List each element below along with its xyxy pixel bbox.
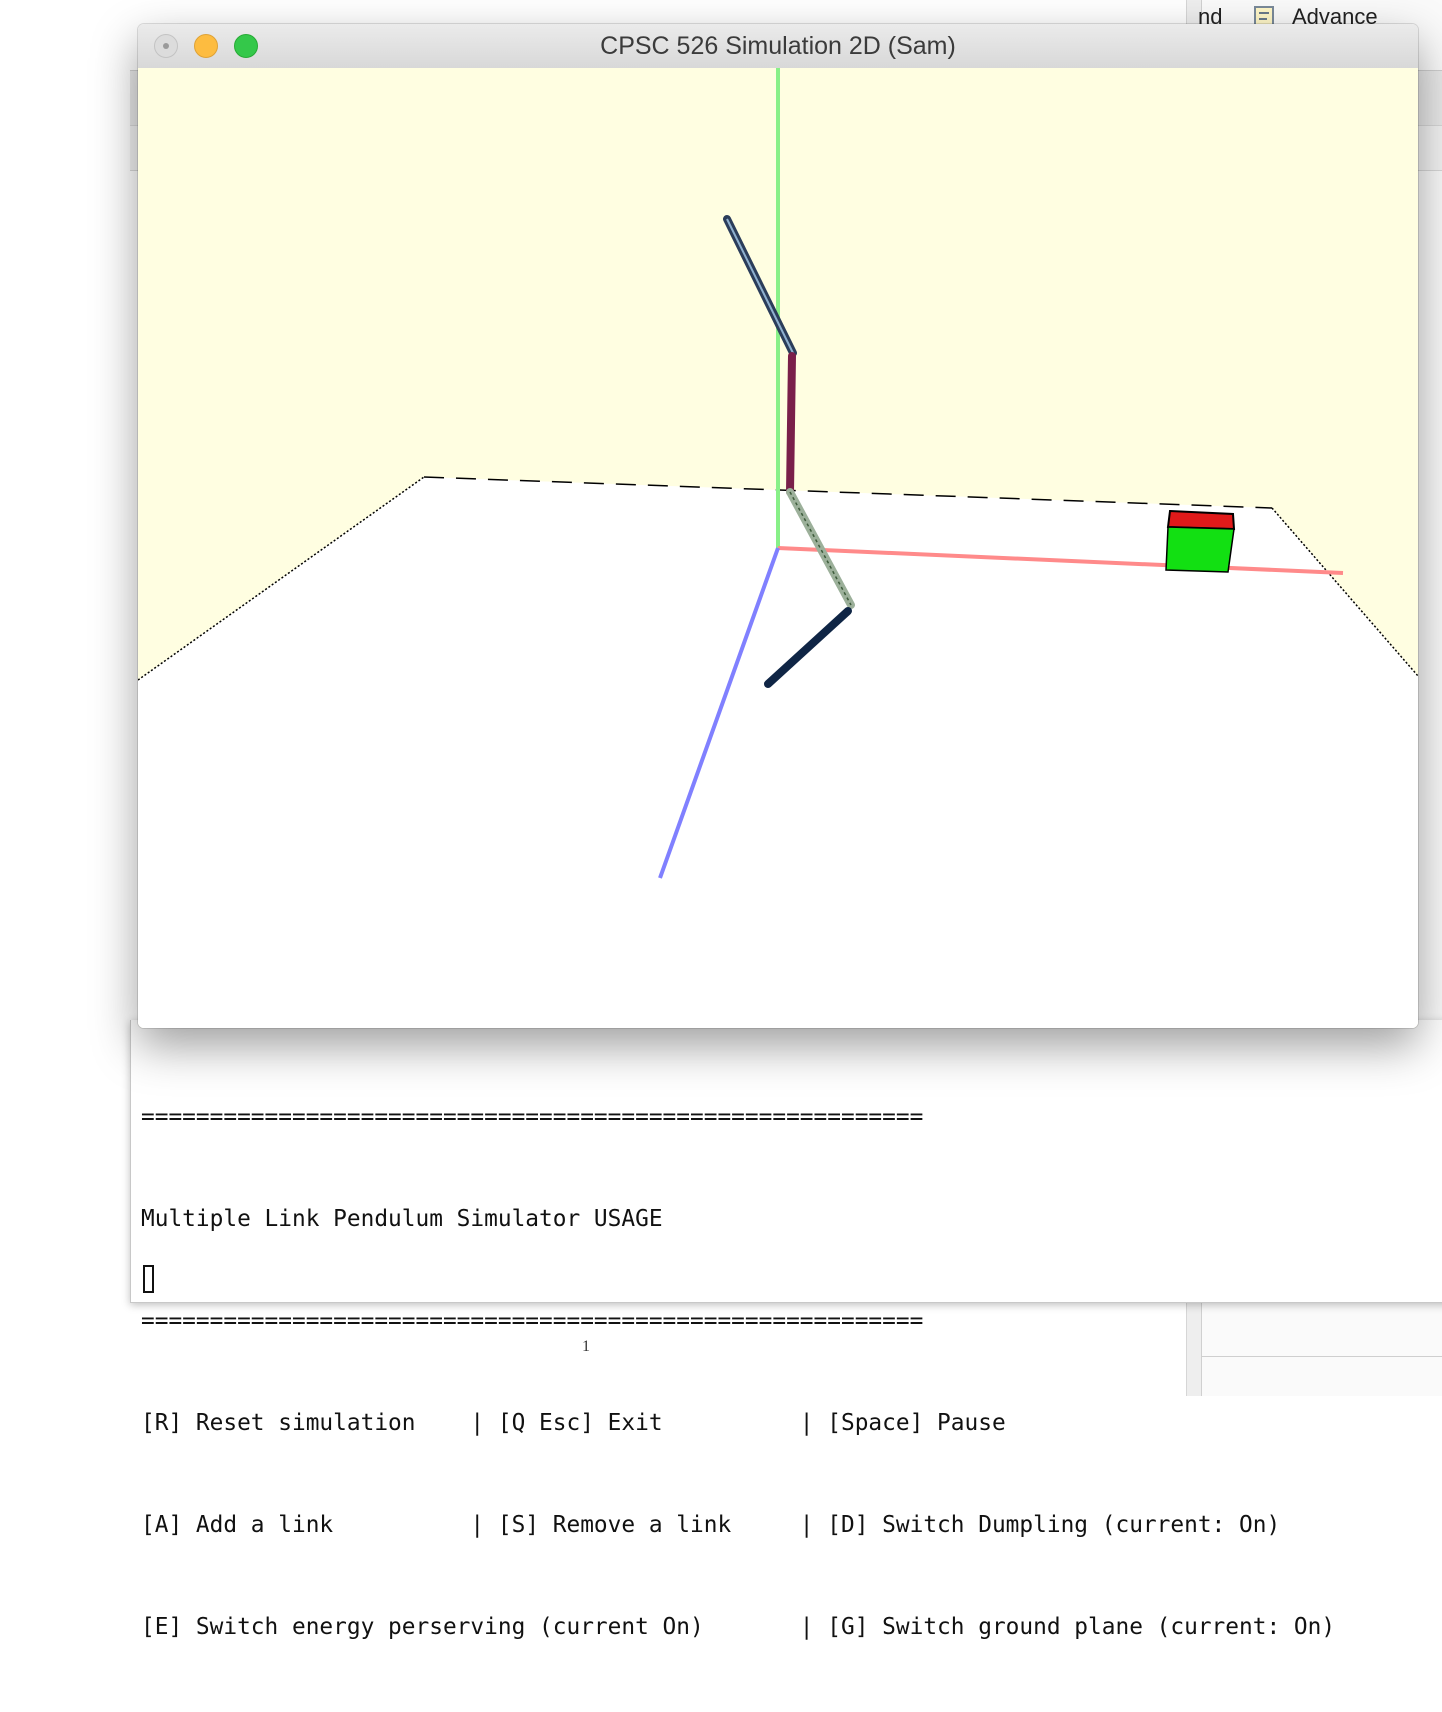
terminal-usage-title: Multiple Link Pendulum Simulator USAGE — [141, 1206, 663, 1232]
simulation-viewport[interactable] — [138, 68, 1418, 1028]
window-title: CPSC 526 Simulation 2D (Sam) — [600, 32, 956, 60]
title-bar[interactable]: CPSC 526 Simulation 2D (Sam) — [138, 24, 1418, 69]
terminal-separator-bottom: ========================================… — [141, 1308, 924, 1334]
terminal-output: ========================================… — [141, 1032, 1335, 1712]
page-number: 1 — [582, 1338, 590, 1355]
terminal-keys-row-1: [R] Reset simulation | [Q Esc] Exit | [S… — [141, 1410, 1006, 1436]
box-top-face — [1166, 509, 1236, 531]
terminal-cursor — [143, 1265, 154, 1293]
simulation-window: CPSC 526 Simulation 2D (Sam) — [138, 24, 1418, 1028]
box-front-face — [1165, 526, 1235, 573]
terminal-window[interactable]: ========================================… — [130, 1020, 1442, 1640]
terminal-separator-top: ========================================… — [141, 1104, 924, 1130]
terminal-keys-row-3: [E] Switch energy perserving (current On… — [141, 1614, 1336, 1640]
terminal-keys-row-2: [A] Add a link | [S] Remove a link | [D]… — [141, 1512, 1281, 1538]
scene-canvas — [138, 68, 1418, 1028]
pendulum-link-2 — [786, 352, 796, 496]
